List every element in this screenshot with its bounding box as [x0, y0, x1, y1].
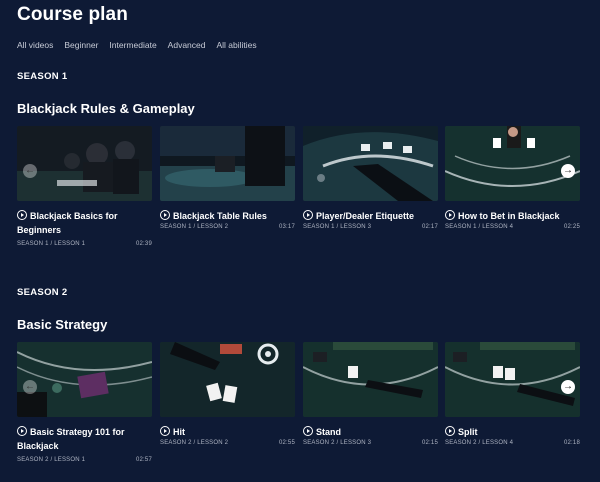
lesson-duration: 02:55	[278, 440, 295, 446]
play-icon	[17, 426, 27, 436]
lesson-carousel-season-1: ← Blackjack Basics for Beginners SEASON …	[17, 126, 600, 266]
section-title: Basic Strategy	[17, 317, 108, 332]
filter-all-abilities[interactable]: All abilities	[216, 40, 256, 50]
lesson-duration: 02:39	[135, 241, 152, 247]
lesson-thumbnail[interactable]	[303, 126, 438, 201]
lesson-number: SEASON 2 / LESSON 4	[445, 440, 514, 446]
lesson-duration: 02:15	[421, 440, 438, 446]
arrow-left-icon[interactable]: ←	[23, 380, 37, 394]
lesson-thumbnail[interactable]	[160, 126, 295, 201]
play-icon	[17, 210, 27, 220]
lesson-number: SEASON 2 / LESSON 1	[17, 457, 86, 463]
page-title: Course plan	[17, 4, 128, 25]
filter-all-videos[interactable]: All videos	[17, 40, 53, 50]
play-icon	[445, 426, 455, 436]
lesson-duration: 02:57	[135, 457, 152, 463]
lesson-number: SEASON 1 / LESSON 4	[445, 224, 514, 230]
lesson-title: Hit	[160, 425, 295, 439]
lesson-title: How to Bet in Blackjack	[445, 209, 580, 223]
lesson-title: Blackjack Basics for Beginners	[17, 210, 118, 235]
lesson-number: SEASON 2 / LESSON 2	[160, 440, 229, 446]
lesson-thumbnail[interactable]	[17, 342, 152, 417]
lesson-thumbnail[interactable]	[445, 342, 580, 417]
play-icon	[160, 210, 170, 220]
arrow-right-icon[interactable]: →	[561, 380, 575, 394]
lesson-title: Split	[445, 425, 580, 439]
lesson-thumbnail[interactable]	[303, 342, 438, 417]
lesson-title: Blackjack Table Rules	[160, 209, 295, 223]
lesson-title: Player/Dealer Etiquette	[303, 209, 438, 223]
lesson-number: SEASON 1 / LESSON 2	[160, 224, 229, 230]
lesson-duration: 02:17	[421, 224, 438, 230]
play-icon	[303, 210, 313, 220]
season-label: SEASON 1	[17, 71, 68, 82]
lesson-title: Basic Strategy 101 for Blackjack	[17, 426, 125, 451]
filter-intermediate[interactable]: Intermediate	[109, 40, 156, 50]
section-title: Blackjack Rules & Gameplay	[17, 101, 195, 116]
filter-advanced[interactable]: Advanced	[168, 40, 206, 50]
lesson-duration: 02:18	[563, 440, 580, 446]
lesson-number: SEASON 2 / LESSON 3	[303, 440, 372, 446]
season-label: SEASON 2	[17, 287, 68, 298]
lesson-thumbnail[interactable]	[445, 126, 580, 201]
play-icon	[160, 426, 170, 436]
lesson-thumbnail[interactable]	[160, 342, 295, 417]
lesson-number: SEASON 1 / LESSON 3	[303, 224, 372, 230]
filter-bar: All videos Beginner Intermediate Advance…	[17, 40, 268, 50]
lesson-number: SEASON 1 / LESSON 1	[17, 241, 86, 247]
lesson-carousel-season-2: ← Basic Strategy 101 for Blackjack SEASO…	[17, 342, 600, 482]
lesson-title: Stand	[303, 425, 438, 439]
play-icon	[445, 210, 455, 220]
filter-beginner[interactable]: Beginner	[64, 40, 98, 50]
lesson-duration: 03:17	[278, 224, 295, 230]
arrow-right-icon[interactable]: →	[561, 164, 575, 178]
play-icon	[303, 426, 313, 436]
lesson-thumbnail[interactable]	[17, 126, 152, 201]
lesson-duration: 02:25	[563, 224, 580, 230]
arrow-left-icon[interactable]: ←	[23, 164, 37, 178]
